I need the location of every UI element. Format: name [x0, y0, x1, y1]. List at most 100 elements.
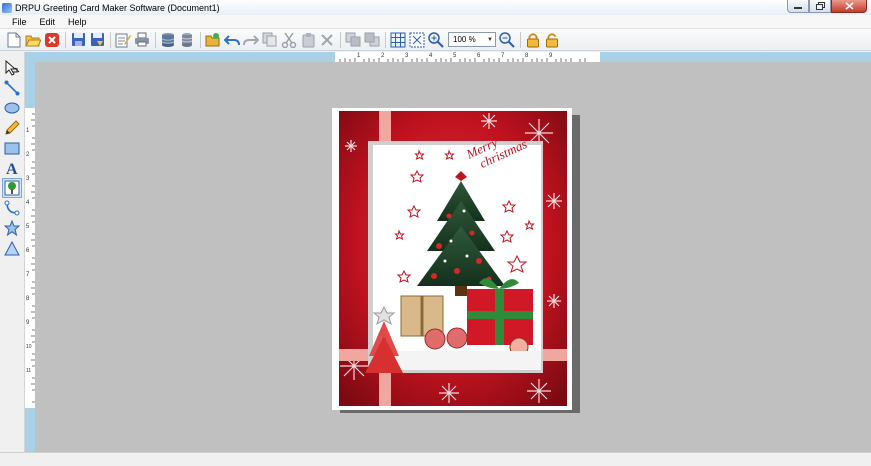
- pencil-tool[interactable]: [2, 118, 22, 138]
- toolbar-separator: [155, 31, 156, 48]
- fit-button[interactable]: [408, 31, 426, 49]
- card-artwork[interactable]: Merry christmas: [339, 111, 567, 406]
- ruler-page-span: 1 2 3 4 5 6 7 8 9 10 11: [25, 108, 35, 408]
- copy-style-button[interactable]: [261, 31, 279, 49]
- ruler-number: 6: [477, 53, 481, 59]
- save-as-button[interactable]: [88, 31, 106, 49]
- triangle-icon: [4, 240, 20, 255]
- undo-icon: [224, 34, 240, 45]
- ruler-number: 4: [26, 200, 30, 206]
- cut-icon: [281, 32, 297, 48]
- ruler-number: 2: [26, 152, 30, 158]
- folder-open-icon: [205, 33, 220, 47]
- christmas-card-image: Merry christmas: [339, 111, 567, 406]
- print-icon: [135, 32, 149, 47]
- unlock-button[interactable]: [543, 31, 561, 49]
- zoom-select[interactable]: 100 % ▼: [448, 32, 496, 47]
- menu-file[interactable]: File: [0, 17, 34, 27]
- ruler-number: 1: [357, 53, 361, 59]
- star-icon: [4, 220, 20, 236]
- ruler-number: 5: [453, 53, 457, 59]
- star-tool[interactable]: [2, 218, 22, 238]
- image-tool[interactable]: [2, 178, 22, 198]
- database-series-button[interactable]: [178, 31, 196, 49]
- triangle-tool[interactable]: [2, 238, 22, 258]
- redo-icon: [243, 34, 259, 45]
- horizontal-ruler: 1 2 3 4 5 6 7 8 9: [25, 52, 871, 62]
- database-button[interactable]: [159, 31, 177, 49]
- ruler-number: 11: [26, 368, 32, 374]
- zoom-out-button[interactable]: [498, 31, 516, 49]
- properties-icon: [115, 33, 131, 47]
- minimize-icon: [794, 7, 802, 9]
- ruler-number: 5: [26, 224, 30, 230]
- send-back-icon: [364, 32, 380, 47]
- new-button[interactable]: [5, 31, 23, 49]
- window-controls: [787, 0, 867, 13]
- save-icon: [71, 33, 85, 46]
- toolbar-separator: [200, 31, 201, 48]
- pointer-icon: [5, 60, 20, 76]
- send-back-button[interactable]: [363, 31, 381, 49]
- ellipse-tool[interactable]: [2, 98, 22, 118]
- menu-help[interactable]: Help: [62, 17, 94, 27]
- zoom-in-button[interactable]: [427, 31, 445, 49]
- menu-edit[interactable]: Edit: [34, 17, 63, 27]
- cut-button[interactable]: [280, 31, 298, 49]
- properties-button[interactable]: [114, 31, 132, 49]
- text-tool[interactable]: A: [2, 158, 22, 178]
- tool-panel: A: [0, 52, 25, 452]
- ruler-number: 9: [549, 53, 553, 59]
- line-icon: [4, 80, 20, 96]
- toolbar-separator: [520, 31, 521, 48]
- lock-button[interactable]: [524, 31, 542, 49]
- database-series-icon: [181, 32, 193, 47]
- bring-front-icon: [345, 32, 361, 47]
- title-bar: DRPU Greeting Card Maker Software (Docum…: [0, 0, 871, 15]
- chevron-down-icon: ▼: [487, 36, 493, 43]
- zoom-out-icon: [499, 31, 515, 48]
- ruler-number: 9: [26, 320, 30, 326]
- open-button[interactable]: [24, 31, 42, 49]
- vertical-ruler: 1 2 3 4 5 6 7 8 9 10 11: [25, 62, 35, 452]
- bring-front-button[interactable]: [344, 31, 362, 49]
- delete-icon: [321, 33, 333, 46]
- close-button[interactable]: [831, 0, 867, 13]
- bezier-tool[interactable]: [2, 198, 22, 218]
- grid-icon: [390, 32, 406, 47]
- ruler-number: 2: [381, 53, 385, 59]
- bezier-icon: [4, 200, 20, 216]
- undo-button[interactable]: [223, 31, 241, 49]
- ruler-number: 8: [525, 53, 529, 59]
- ruler-number: 3: [26, 176, 30, 182]
- grid-button[interactable]: [389, 31, 407, 49]
- close-document-button[interactable]: [43, 31, 61, 49]
- insert-image-button[interactable]: [204, 31, 222, 49]
- minimize-button[interactable]: [787, 0, 809, 13]
- restore-button[interactable]: [809, 0, 831, 13]
- ruler-number: 10: [26, 344, 32, 350]
- toolbar-separator: [340, 31, 341, 48]
- ruler-number: 4: [429, 53, 433, 59]
- image-icon: [4, 180, 20, 196]
- lock-icon: [527, 32, 539, 47]
- ruler-page-span: 1 2 3 4 5 6 7 8 9: [335, 52, 600, 62]
- redo-button[interactable]: [242, 31, 260, 49]
- pointer-tool[interactable]: [2, 58, 22, 78]
- paste-button[interactable]: [299, 31, 317, 49]
- save-as-icon: [90, 33, 104, 46]
- print-button[interactable]: [133, 31, 151, 49]
- save-button[interactable]: [69, 31, 87, 49]
- close-doc-icon: [45, 32, 59, 47]
- delete-button[interactable]: [318, 31, 336, 49]
- rectangle-tool[interactable]: [2, 138, 22, 158]
- greeting-card[interactable]: Merry christmas: [332, 108, 572, 410]
- svg-text:A: A: [6, 161, 18, 176]
- database-icon: [161, 32, 175, 47]
- ruler-number: 8: [26, 296, 30, 302]
- design-canvas[interactable]: Merry christmas: [35, 62, 871, 452]
- unlock-icon: [546, 32, 558, 47]
- ruler-number: 1: [26, 128, 30, 134]
- rectangle-icon: [4, 142, 20, 154]
- line-tool[interactable]: [2, 78, 22, 98]
